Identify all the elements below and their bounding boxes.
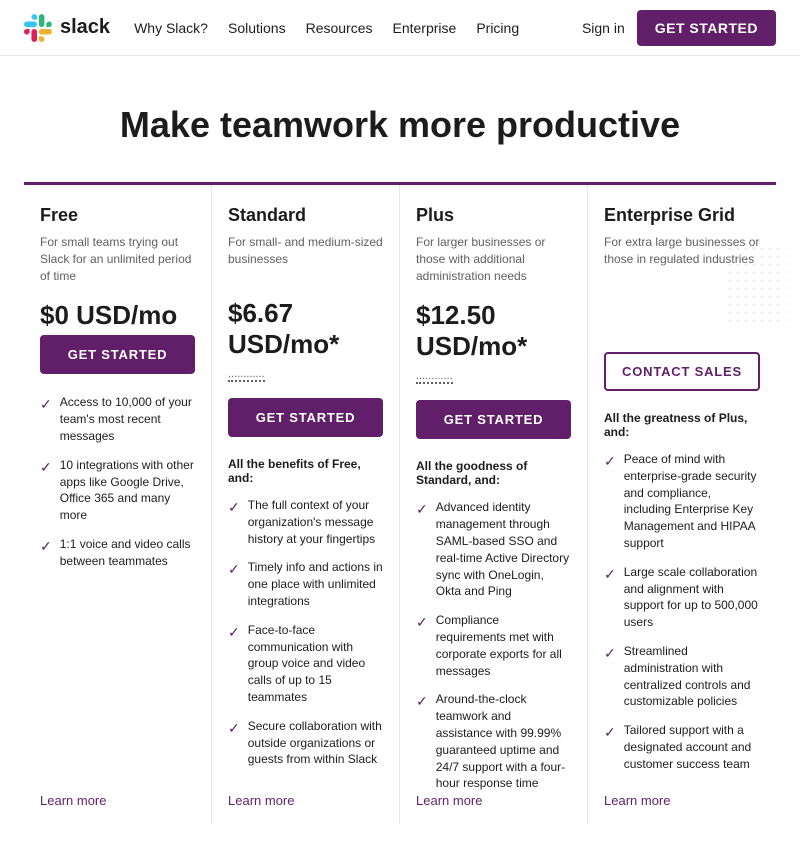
pricing-col-enterprise-grid: Enterprise Grid For extra large business…	[588, 185, 776, 824]
plan-desc: For small teams trying out Slack for an …	[40, 234, 195, 284]
feature-item: ✓Around-the-clock teamwork and assistanc…	[416, 691, 571, 792]
nav-resources[interactable]: Resources	[306, 20, 373, 36]
plan-name: Standard	[228, 205, 383, 226]
feature-text: Access to 10,000 of your team's most rec…	[60, 394, 195, 444]
feature-text: Around-the-clock teamwork and assistance…	[436, 691, 571, 792]
feature-text: Streamlined administration with centrali…	[624, 643, 760, 710]
plan-cta-button[interactable]: CONTACT SALES	[604, 352, 760, 391]
feature-item: ✓Advanced identity management through SA…	[416, 499, 571, 600]
feature-item: ✓Large scale collaboration and alignment…	[604, 564, 760, 631]
feature-list: ✓Peace of mind with enterprise-grade sec…	[604, 451, 760, 773]
feature-item: ✓The full context of your organization's…	[228, 497, 383, 547]
nav-solutions[interactable]: Solutions	[228, 20, 286, 36]
nav-actions: Sign in GET STARTED	[582, 10, 776, 46]
feature-list: ✓Access to 10,000 of your team's most re…	[40, 394, 195, 569]
plan-cta-button[interactable]: GET STARTED	[228, 398, 383, 437]
feature-item: ✓Tailored support with a designated acco…	[604, 722, 760, 772]
check-icon: ✓	[604, 723, 616, 772]
feature-item: ✓Peace of mind with enterprise-grade sec…	[604, 451, 760, 552]
learn-more-link[interactable]: Learn more	[228, 793, 294, 808]
feature-text: 1:1 voice and video calls between teamma…	[60, 536, 195, 570]
feature-text: Timely info and actions in one place wit…	[248, 559, 383, 609]
plan-desc: For small- and medium-sized businesses	[228, 234, 383, 282]
check-icon: ✓	[604, 644, 616, 710]
signin-link[interactable]: Sign in	[582, 20, 625, 36]
feature-text: Advanced identity management through SAM…	[436, 499, 571, 600]
check-icon: ✓	[228, 623, 240, 706]
check-icon: ✓	[40, 458, 52, 524]
plan-name: Free	[40, 205, 195, 226]
feature-item: ✓Timely info and actions in one place wi…	[228, 559, 383, 609]
feature-item: ✓10 integrations with other apps like Go…	[40, 457, 195, 524]
feature-text: The full context of your organization's …	[248, 497, 383, 547]
check-icon: ✓	[228, 498, 240, 547]
check-icon: ✓	[228, 719, 240, 768]
plan-price: $0 USD/mo	[40, 300, 195, 331]
features-heading: All the greatness of Plus, and:	[604, 411, 760, 439]
feature-text: Peace of mind with enterprise-grade secu…	[624, 451, 760, 552]
feature-text: Secure collaboration with outside organi…	[248, 718, 383, 768]
feature-text: Large scale collaboration and alignment …	[624, 564, 760, 631]
hero-title: Make teamwork more productive	[24, 104, 776, 146]
learn-more-link[interactable]: Learn more	[40, 793, 106, 808]
check-icon: ✓	[604, 565, 616, 631]
feature-text: Compliance requirements met with corpora…	[436, 612, 571, 679]
check-icon: ✓	[40, 537, 52, 570]
pricing-col-standard: Standard For small- and medium-sized bus…	[212, 185, 400, 824]
pricing-grid: Free For small teams trying out Slack fo…	[24, 182, 776, 824]
check-icon: ✓	[416, 500, 428, 600]
plan-desc: For larger businesses or those with addi…	[416, 234, 571, 284]
pricing-col-plus: Plus For larger businesses or those with…	[400, 185, 588, 824]
feature-list: ✓The full context of your organization's…	[228, 497, 383, 768]
plan-price-note: ............	[416, 370, 453, 384]
feature-text: Tailored support with a designated accou…	[624, 722, 760, 772]
feature-item: ✓Streamlined administration with central…	[604, 643, 760, 710]
check-icon: ✓	[416, 692, 428, 792]
check-icon: ✓	[416, 613, 428, 679]
learn-more-link[interactable]: Learn more	[416, 793, 482, 808]
feature-list: ✓Advanced identity management through SA…	[416, 499, 571, 792]
plan-cta-button[interactable]: GET STARTED	[40, 335, 195, 374]
plan-price: $12.50 USD/mo*	[416, 300, 571, 362]
plan-name: Plus	[416, 205, 571, 226]
plan-price-note: ............	[228, 368, 265, 382]
hero-section: Make teamwork more productive	[0, 56, 800, 182]
plan-name: Enterprise Grid	[604, 205, 760, 226]
feature-item: ✓Access to 10,000 of your team's most re…	[40, 394, 195, 444]
plan-cta-button[interactable]: GET STARTED	[416, 400, 571, 439]
features-heading: All the benefits of Free, and:	[228, 457, 383, 485]
check-icon: ✓	[228, 560, 240, 609]
nav-pricing[interactable]: Pricing	[476, 20, 519, 36]
pricing-col-free: Free For small teams trying out Slack fo…	[24, 185, 212, 824]
get-started-nav-button[interactable]: GET STARTED	[637, 10, 776, 46]
feature-text: Face-to-face communication with group vo…	[248, 622, 383, 706]
nav-why-slack[interactable]: Why Slack?	[134, 20, 208, 36]
logo[interactable]: slack	[24, 14, 110, 42]
feature-item: ✓Compliance requirements met with corpor…	[416, 612, 571, 679]
learn-more-link[interactable]: Learn more	[604, 793, 670, 808]
logo-text: slack	[60, 16, 110, 39]
slack-logo-icon	[24, 14, 52, 42]
plan-price: $6.67 USD/mo*	[228, 298, 383, 360]
nav-enterprise[interactable]: Enterprise	[393, 20, 457, 36]
pricing-section: Free For small teams trying out Slack fo…	[0, 182, 800, 864]
features-heading: All the goodness of Standard, and:	[416, 459, 571, 487]
feature-text: 10 integrations with other apps like Goo…	[60, 457, 195, 524]
check-icon: ✓	[40, 395, 52, 444]
feature-item: ✓Face-to-face communication with group v…	[228, 622, 383, 706]
feature-item: ✓Secure collaboration with outside organ…	[228, 718, 383, 768]
check-icon: ✓	[604, 452, 616, 552]
decorative-dots	[726, 245, 786, 325]
nav-links: Why Slack? Solutions Resources Enterpris…	[134, 20, 582, 36]
feature-item: ✓1:1 voice and video calls between teamm…	[40, 536, 195, 570]
